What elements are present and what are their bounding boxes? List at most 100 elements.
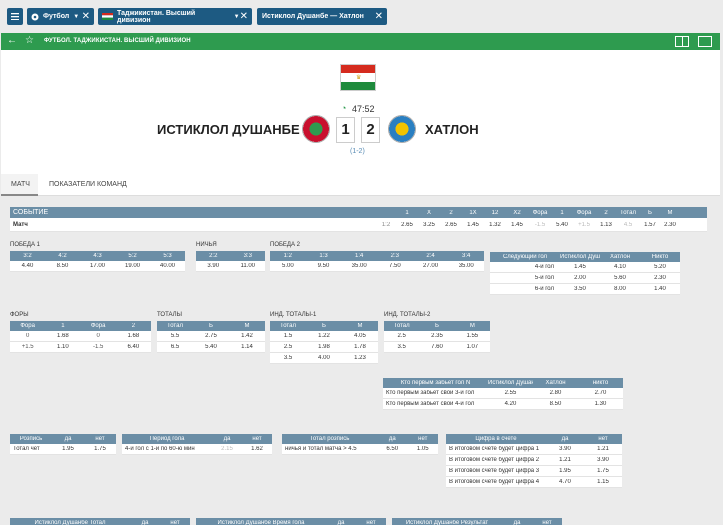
tab-match[interactable]: МАТЧ: [11, 181, 30, 188]
odds-cell[interactable]: 1.10: [45, 344, 80, 350]
odds-cell[interactable]: 11.00: [231, 263, 266, 269]
odds-cell[interactable]: 5.00: [270, 263, 306, 269]
odds-cell[interactable]: 4.10: [600, 264, 640, 270]
odds-cell[interactable]: 27.00: [413, 263, 449, 269]
header-cell: 2: [604, 209, 608, 216]
odds-cell[interactable]: 19.00: [115, 263, 150, 269]
odds-cell[interactable]: 1.15: [584, 479, 622, 485]
odds-cell[interactable]: 1.07: [455, 344, 490, 350]
row-label: 4-й гол: [534, 264, 554, 270]
odds-cell[interactable]: 2.75: [193, 333, 229, 339]
odds-cell[interactable]: 2.15: [212, 446, 242, 452]
next-goal-table: Следующий гол Истиклол Душанбе Хатлон Никто…: [490, 252, 680, 295]
odds-cell[interactable]: 2.5: [270, 344, 306, 350]
field-view-icon[interactable]: [675, 36, 689, 47]
odds-cell[interactable]: 2.65: [396, 222, 418, 228]
back-arrow-icon[interactable]: ←: [7, 35, 17, 46]
odds-cell[interactable]: 1.22: [306, 333, 342, 339]
odds-cell[interactable]: 5.40: [552, 222, 572, 228]
fullscreen-icon[interactable]: [698, 36, 712, 47]
header-cell: Никто: [651, 254, 669, 260]
menu-button[interactable]: [7, 8, 23, 25]
odds-cell[interactable]: 2.70: [578, 390, 623, 396]
odds-cell[interactable]: 1.75: [584, 468, 622, 474]
odds-cell[interactable]: 6.40: [116, 344, 151, 350]
odds-cell[interactable]: 2.30: [640, 275, 680, 281]
odds-cell[interactable]: 1.95: [546, 468, 584, 474]
odds-cell[interactable]: 35.00: [341, 263, 377, 269]
odds-cell[interactable]: 1.5: [270, 333, 306, 339]
odds-cell[interactable]: 3.90: [196, 263, 231, 269]
odds-cell[interactable]: 1.21: [584, 446, 622, 452]
close-icon[interactable]: ✕: [240, 11, 248, 22]
odds-cell[interactable]: 3.5: [270, 355, 306, 361]
header-cell: 2:2: [209, 253, 218, 259]
star-icon[interactable]: ☆: [25, 35, 34, 46]
odds-cell[interactable]: 9.50: [306, 263, 342, 269]
tab-sport[interactable]: Футбол ▼ ✕: [27, 8, 94, 25]
odds-cell[interactable]: 5.40: [193, 344, 229, 350]
odds-cell[interactable]: 1.55: [455, 333, 490, 339]
odds-cell[interactable]: 4.00: [306, 355, 342, 361]
tab-team-stats[interactable]: ПОКАЗАТЕЛИ КОМАНД: [49, 181, 127, 188]
close-icon[interactable]: ✕: [375, 11, 383, 22]
odds-cell[interactable]: 8.00: [600, 286, 640, 292]
odds-cell[interactable]: 35.00: [448, 263, 484, 269]
odds-cell[interactable]: 7.60: [419, 344, 454, 350]
odds-cell[interactable]: 3.90: [584, 457, 622, 463]
odds-cell[interactable]: 1.05: [408, 446, 439, 452]
tab-match[interactable]: Истиклол Душанбе — Хатлон ✕: [257, 8, 387, 25]
odds-cell[interactable]: 2.30: [660, 222, 680, 228]
odds-cell[interactable]: 3.50: [560, 286, 600, 292]
odds-cell[interactable]: 5.20: [640, 264, 680, 270]
odds-cell[interactable]: 1.40: [640, 286, 680, 292]
odds-cell[interactable]: 1.57: [640, 222, 660, 228]
odds-cell[interactable]: 1.13: [596, 222, 616, 228]
odds-cell[interactable]: 1.68: [45, 333, 80, 339]
odds-cell[interactable]: 8.50: [533, 401, 578, 407]
odds-cell[interactable]: 1.45: [560, 264, 600, 270]
odds-cell[interactable]: 2.00: [560, 275, 600, 281]
odds-cell[interactable]: 6.5: [157, 344, 193, 350]
odds-cell[interactable]: 1.95: [52, 446, 84, 452]
odds-cell[interactable]: 4.20: [488, 401, 533, 407]
odds-cell[interactable]: 3.25: [418, 222, 440, 228]
home-score: 1: [336, 117, 355, 143]
header-cell: Следующий гол: [502, 254, 548, 260]
odds-cell[interactable]: 1.45: [462, 222, 484, 228]
odds-cell[interactable]: 1.14: [229, 344, 265, 350]
odds-cell[interactable]: 3.90: [546, 446, 584, 452]
odds-cell[interactable]: 1.32: [484, 222, 506, 228]
event-name: Матч: [13, 221, 28, 228]
odds-cell[interactable]: 1.30: [578, 401, 623, 407]
odds-cell[interactable]: 5.60: [600, 275, 640, 281]
odds-cell[interactable]: 1.62: [242, 446, 272, 452]
close-icon[interactable]: ✕: [82, 11, 90, 22]
odds-cell[interactable]: 2.35: [419, 333, 454, 339]
odds-cell[interactable]: 17.00: [80, 263, 115, 269]
odds-cell[interactable]: 1.42: [229, 333, 265, 339]
odds-cell[interactable]: 4.40: [10, 263, 45, 269]
odds-cell[interactable]: 2.55: [488, 390, 533, 396]
odds-cell[interactable]: 40.00: [150, 263, 185, 269]
odds-cell[interactable]: 2.65: [440, 222, 462, 228]
market-title: ПОБЕДА 2: [270, 242, 300, 248]
odds-cell[interactable]: 2.80: [533, 390, 578, 396]
table-row: В итоговом счете будет цифра 3 1.95 1.75: [446, 466, 622, 477]
tab-league[interactable]: Таджикистан. Высший дивизион ▼ ✕: [98, 8, 252, 25]
odds-cell[interactable]: 6.50: [377, 446, 408, 452]
odds-cell[interactable]: 5.5: [157, 333, 193, 339]
odds-cell[interactable]: 1.98: [306, 344, 342, 350]
odds-cell[interactable]: 1.75: [84, 446, 116, 452]
odds-cell[interactable]: 1.21: [546, 457, 584, 463]
odds-cell[interactable]: 1.45: [506, 222, 528, 228]
odds-cell[interactable]: 4.70: [546, 479, 584, 485]
odds-cell[interactable]: 2.5: [384, 333, 419, 339]
odds-cell[interactable]: 8.50: [45, 263, 80, 269]
odds-cell[interactable]: 1.23: [342, 355, 378, 361]
odds-cell[interactable]: 1.78: [342, 344, 378, 350]
odds-cell[interactable]: 3.5: [384, 344, 419, 350]
odds-cell[interactable]: 7.50: [377, 263, 413, 269]
odds-cell[interactable]: 4.05: [342, 333, 378, 339]
odds-cell[interactable]: 1.68: [116, 333, 151, 339]
